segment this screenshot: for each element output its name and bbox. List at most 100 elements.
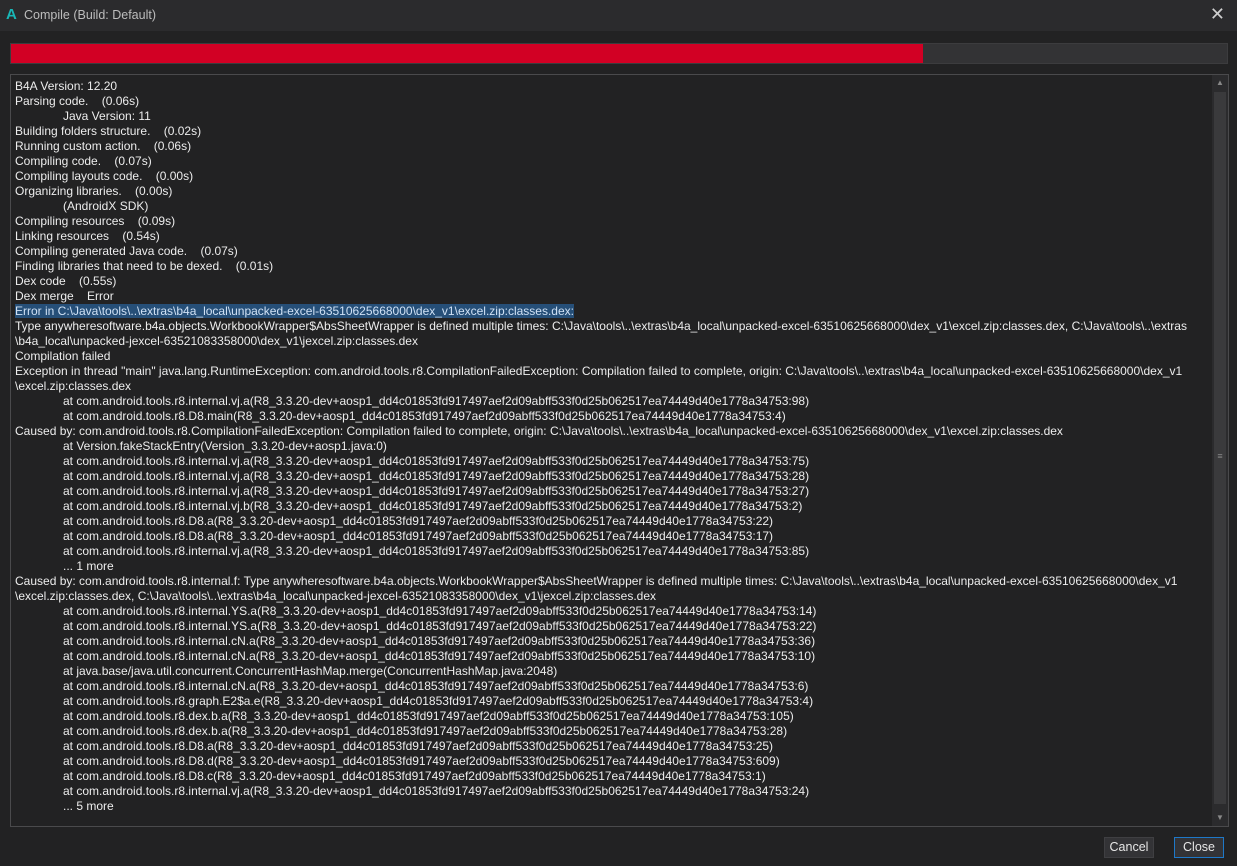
vertical-scrollbar[interactable]: ▲ ≡ ▼ bbox=[1212, 75, 1228, 826]
log-line: Organizing libraries. (0.00s) bbox=[15, 184, 1187, 199]
log-line: Exception in thread "main" java.lang.Run… bbox=[15, 364, 1187, 379]
log-line-text: Exception in thread "main" java.lang.Run… bbox=[15, 364, 1183, 378]
log-line-text: at com.android.tools.r8.internal.vj.a(R8… bbox=[63, 544, 810, 558]
log-line: Compiling generated Java code. (0.07s) bbox=[15, 244, 1187, 259]
log-line-text: B4A Version: 12.20 bbox=[15, 79, 118, 93]
log-line: at com.android.tools.r8.dex.b.a(R8_3.3.2… bbox=[15, 724, 1187, 739]
log-line-text: Dex merge Error bbox=[15, 289, 114, 303]
log-line: (AndroidX SDK) bbox=[15, 199, 1187, 214]
log-line-text: at com.android.tools.r8.internal.vj.a(R8… bbox=[63, 454, 810, 468]
log-line: at com.android.tools.r8.graph.E2$a.e(R8_… bbox=[15, 694, 1187, 709]
log-line: at com.android.tools.r8.internal.vj.a(R8… bbox=[15, 484, 1187, 499]
title-bar: A Compile (Build: Default) ✕ bbox=[0, 0, 1237, 31]
log-line-text: Dex code (0.55s) bbox=[15, 274, 117, 288]
log-line: \excel.zip:classes.dex bbox=[15, 379, 1187, 394]
log-line-text: at com.android.tools.r8.D8.d(R8_3.3.20-d… bbox=[63, 754, 780, 768]
log-line-text: at com.android.tools.r8.D8.a(R8_3.3.20-d… bbox=[63, 529, 774, 543]
log-line: ... 1 more bbox=[15, 559, 1187, 574]
log-line: Compiling layouts code. (0.00s) bbox=[15, 169, 1187, 184]
compile-progress-bar bbox=[10, 43, 1228, 64]
log-line: ... 5 more bbox=[15, 799, 1187, 814]
log-line-text: Caused by: com.android.tools.r8.Compilat… bbox=[15, 424, 1063, 438]
compile-log-output[interactable]: B4A Version: 12.20 Parsing code. (0.06s) J… bbox=[10, 74, 1229, 827]
log-line: Linking resources (0.54s) bbox=[15, 229, 1187, 244]
grip-icon: ≡ bbox=[1217, 451, 1223, 461]
log-line: Caused by: com.android.tools.r8.Compilat… bbox=[15, 424, 1187, 439]
log-line-text: ... 1 more bbox=[63, 559, 114, 573]
log-line-text: \excel.zip:classes.dex bbox=[15, 379, 132, 393]
log-line-text: at com.android.tools.r8.internal.vj.a(R8… bbox=[63, 394, 810, 408]
log-line: at com.android.tools.r8.D8.a(R8_3.3.20-d… bbox=[15, 529, 1187, 544]
log-line-text: Compiling resources (0.09s) bbox=[15, 214, 176, 228]
log-line: at java.base/java.util.concurrent.Concur… bbox=[15, 664, 1187, 679]
log-line-text: Caused by: com.android.tools.r8.internal… bbox=[15, 574, 1178, 588]
log-line-text: at Version.fakeStackEntry(Version_3.3.20… bbox=[63, 439, 387, 453]
log-line: Compiling resources (0.09s) bbox=[15, 214, 1187, 229]
log-line-text: (AndroidX SDK) bbox=[63, 199, 149, 213]
log-line-text: Linking resources (0.54s) bbox=[15, 229, 160, 243]
log-line: Running custom action. (0.06s) bbox=[15, 139, 1187, 154]
scroll-down-arrow-icon[interactable]: ▼ bbox=[1212, 810, 1228, 826]
log-line: at com.android.tools.r8.internal.vj.a(R8… bbox=[15, 469, 1187, 484]
log-line: at com.android.tools.r8.internal.YS.a(R8… bbox=[15, 619, 1187, 634]
log-line: Dex merge Error bbox=[15, 289, 1187, 304]
log-line-text: Java Version: 11 bbox=[63, 109, 151, 123]
log-line-text: at com.android.tools.r8.internal.YS.a(R8… bbox=[63, 619, 817, 633]
log-line-selected: Error in C:\Java\tools\..\extras\b4a_loc… bbox=[15, 304, 1187, 319]
log-line: at com.android.tools.r8.internal.vj.b(R8… bbox=[15, 499, 1187, 514]
close-icon[interactable]: ✕ bbox=[1210, 4, 1225, 25]
log-line-text: Error in C:\Java\tools\..\extras\b4a_loc… bbox=[15, 304, 574, 318]
log-line-text: Running custom action. (0.06s) bbox=[15, 139, 192, 153]
log-line: Compilation failed bbox=[15, 349, 1187, 364]
log-line-text: Finding libraries that need to be dexed.… bbox=[15, 259, 274, 273]
log-line-text: at com.android.tools.r8.internal.vj.b(R8… bbox=[63, 499, 803, 513]
log-line-text: Building folders structure. (0.02s) bbox=[15, 124, 202, 138]
log-line: at com.android.tools.r8.D8.c(R8_3.3.20-d… bbox=[15, 769, 1187, 784]
log-line: at com.android.tools.r8.D8.a(R8_3.3.20-d… bbox=[15, 739, 1187, 754]
log-line: Dex code (0.55s) bbox=[15, 274, 1187, 289]
log-line-text: at com.android.tools.r8.dex.b.a(R8_3.3.2… bbox=[63, 709, 794, 723]
log-line: Parsing code. (0.06s) bbox=[15, 94, 1187, 109]
log-line-text: Compilation failed bbox=[15, 349, 111, 363]
log-line-text: Compiling code. (0.07s) bbox=[15, 154, 152, 168]
log-line: at com.android.tools.r8.internal.vj.a(R8… bbox=[15, 394, 1187, 409]
log-line-text: at com.android.tools.r8.D8.a(R8_3.3.20-d… bbox=[63, 739, 774, 753]
log-line: at com.android.tools.r8.internal.cN.a(R8… bbox=[15, 649, 1187, 664]
log-line: at com.android.tools.r8.internal.YS.a(R8… bbox=[15, 604, 1187, 619]
log-line-text: at com.android.tools.r8.internal.cN.a(R8… bbox=[63, 649, 816, 663]
log-line-text: at com.android.tools.r8.internal.vj.a(R8… bbox=[63, 484, 810, 498]
scrollbar-thumb[interactable]: ≡ bbox=[1214, 92, 1226, 804]
log-line: at Version.fakeStackEntry(Version_3.3.20… bbox=[15, 439, 1187, 454]
log-line-text: at com.android.tools.r8.internal.vj.a(R8… bbox=[63, 784, 810, 798]
log-line: Java Version: 11 bbox=[15, 109, 1187, 124]
close-button[interactable]: Close bbox=[1174, 837, 1224, 858]
log-lines: B4A Version: 12.20 Parsing code. (0.06s) J… bbox=[15, 79, 1187, 814]
cancel-button[interactable]: Cancel bbox=[1104, 837, 1154, 858]
log-line-text: at com.android.tools.r8.internal.vj.a(R8… bbox=[63, 469, 810, 483]
log-line-text: at com.android.tools.r8.D8.a(R8_3.3.20-d… bbox=[63, 514, 774, 528]
log-line-text: Organizing libraries. (0.00s) bbox=[15, 184, 173, 198]
log-line: Caused by: com.android.tools.r8.internal… bbox=[15, 574, 1187, 589]
log-line-text: ... 5 more bbox=[63, 799, 114, 813]
log-line-text: at com.android.tools.r8.D8.main(R8_3.3.2… bbox=[63, 409, 786, 423]
scroll-up-arrow-icon[interactable]: ▲ bbox=[1212, 75, 1228, 91]
log-line: Compiling code. (0.07s) bbox=[15, 154, 1187, 169]
log-line: at com.android.tools.r8.internal.cN.a(R8… bbox=[15, 679, 1187, 694]
log-line-text: Compiling layouts code. (0.00s) bbox=[15, 169, 194, 183]
window-title: Compile (Build: Default) bbox=[24, 8, 156, 22]
log-line-text: at com.android.tools.r8.internal.YS.a(R8… bbox=[63, 604, 817, 618]
log-line: at com.android.tools.r8.internal.vj.a(R8… bbox=[15, 784, 1187, 799]
log-line: at com.android.tools.r8.D8.main(R8_3.3.2… bbox=[15, 409, 1187, 424]
log-line-text: at com.android.tools.r8.graph.E2$a.e(R8_… bbox=[63, 694, 814, 708]
log-line: Building folders structure. (0.02s) bbox=[15, 124, 1187, 139]
log-line-text: \excel.zip:classes.dex, C:\Java\tools\..… bbox=[15, 589, 657, 603]
log-line-text: Parsing code. (0.06s) bbox=[15, 94, 140, 108]
log-line-text: at com.android.tools.r8.internal.cN.a(R8… bbox=[63, 634, 816, 648]
log-line: at com.android.tools.r8.D8.a(R8_3.3.20-d… bbox=[15, 514, 1187, 529]
log-line: Finding libraries that need to be dexed.… bbox=[15, 259, 1187, 274]
log-line: B4A Version: 12.20 bbox=[15, 79, 1187, 94]
log-line-text: at java.base/java.util.concurrent.Concur… bbox=[63, 664, 558, 678]
log-line: at com.android.tools.r8.internal.cN.a(R8… bbox=[15, 634, 1187, 649]
b4a-app-icon: A bbox=[6, 6, 17, 23]
log-line-text: Type anywheresoftware.b4a.objects.Workbo… bbox=[15, 319, 1187, 333]
